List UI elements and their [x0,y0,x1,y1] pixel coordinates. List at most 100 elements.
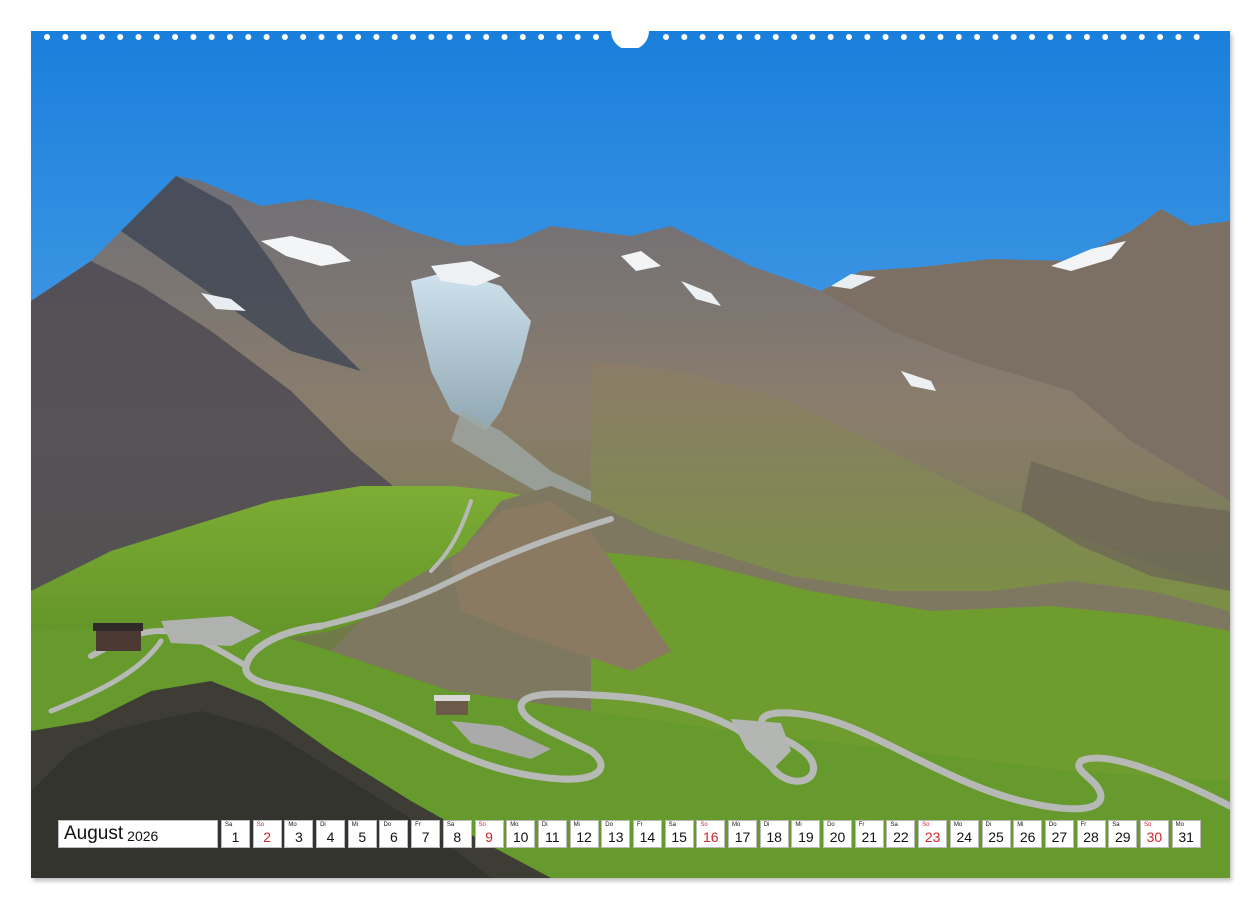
binding-hole [736,34,743,40]
binding-hole [1157,34,1164,40]
weekday-abbr: Sa [1112,822,1120,828]
binding-hole [846,34,852,40]
binding-hole [992,34,999,40]
binding-hole [1029,34,1035,40]
weekday-abbr: Di [985,822,992,828]
month-name: August [64,823,124,844]
day-cell: Di 4 [316,820,346,848]
weekday-abbr: Mo [953,822,963,828]
day-cell: Fr 21 [854,820,884,848]
day-cell: Do 20 [823,820,853,848]
day-cell: So 2 [252,820,282,848]
weekday-abbr: So [700,822,708,828]
weekday-abbr: Fr [1080,822,1087,828]
binding-hole [281,34,288,40]
day-cell: Fr 28 [1076,820,1106,848]
binding-hole [717,34,724,40]
day-number: 15 [671,829,687,845]
binding-hole [1138,34,1145,40]
alpine-hut-roof [93,623,143,631]
weekday-abbr: Mo [1175,822,1184,828]
day-cell: Mi 5 [347,820,377,848]
day-cell: Fr 14 [632,820,662,848]
binding-hole [937,34,944,40]
binding-hole [900,34,907,40]
binding-hole [809,34,816,40]
weekday-abbr: Mo [510,822,519,828]
day-number: 21 [861,829,878,845]
day-number: 24 [956,829,973,845]
day-number: 13 [607,829,624,845]
weekday-abbr: Mi [1017,822,1024,828]
binding-hole [300,34,307,40]
day-number: 7 [421,829,430,845]
weekday-abbr: Fr [858,822,865,828]
day-cell: Sa 8 [442,820,472,848]
binding-hole [864,34,871,40]
day-number: 30 [1146,829,1163,845]
day-cell: Mo 10 [506,820,536,848]
binding-hole [574,34,581,40]
day-number: 14 [639,829,656,845]
day-number: 18 [766,829,782,845]
day-number: 26 [1019,829,1036,845]
binding-hole [1065,34,1072,40]
weekday-abbr: Mi [795,822,802,828]
binding-hole [355,34,362,40]
day-number: 20 [829,829,846,845]
binding-hole [754,34,761,40]
binding-hole [663,34,669,40]
day-number: 10 [512,829,529,845]
day-number: 3 [294,829,303,845]
weekday-abbr: Di [763,822,770,828]
weekday-abbr: Fr [415,822,421,828]
binding-hole [44,34,50,40]
weekday-abbr: Do [383,822,392,828]
calendar-strip: August 2026 Sa 1 So 2 Mo 3 Di 4 Mi 5 Do 6 Fr 7 Sa 8 So 9 M… [58,820,1203,850]
weekday-abbr: Sa [890,822,898,828]
day-cell: Mo 24 [949,820,979,848]
binding-hole [827,34,834,40]
binding-hole [1047,34,1054,40]
month-year: 2026 [127,827,159,844]
weekday-abbr: Mi [351,822,359,828]
day-cell: Mi 19 [791,820,821,848]
binding-hole [955,34,962,40]
binding-hole [117,34,124,40]
day-cell: So 16 [696,820,726,848]
weekday-abbr: Di [541,822,548,828]
binding-hole [1175,34,1182,40]
day-number: 12 [576,829,592,845]
day-number: 27 [1051,829,1068,845]
day-number: 8 [453,829,462,845]
day-number: 9 [485,829,493,845]
day-cell: Do 13 [601,820,631,848]
binding-hole [1102,34,1109,40]
weekday-abbr: So [922,822,930,828]
binding-hole [62,34,69,40]
day-number: 11 [545,829,560,845]
alpine-hut [96,629,141,651]
binding-hole [699,34,706,40]
day-cell: Di 11 [537,820,567,848]
mountain-road-photo [31,31,1230,878]
weekday-abbr: Sa [225,822,233,828]
binding-hole [245,34,252,40]
binding-hole [483,34,490,40]
day-cell: So 23 [918,820,948,848]
day-cell: Di 18 [759,820,789,848]
day-cell: Do 6 [379,820,409,848]
binding-hole [519,34,526,40]
day-number: 19 [798,829,814,845]
binding-hole [974,34,981,40]
day-cell: Sa 1 [221,820,250,848]
day-number: 17 [734,829,751,845]
hanger-notch [611,12,649,48]
small-building [436,699,468,715]
day-cell: So 9 [474,820,504,848]
day-number: 22 [893,829,909,845]
small-building-roof [434,695,470,701]
day-cell: Sa 29 [1108,820,1138,848]
binding-hole [227,34,233,40]
day-number: 29 [1114,829,1131,845]
